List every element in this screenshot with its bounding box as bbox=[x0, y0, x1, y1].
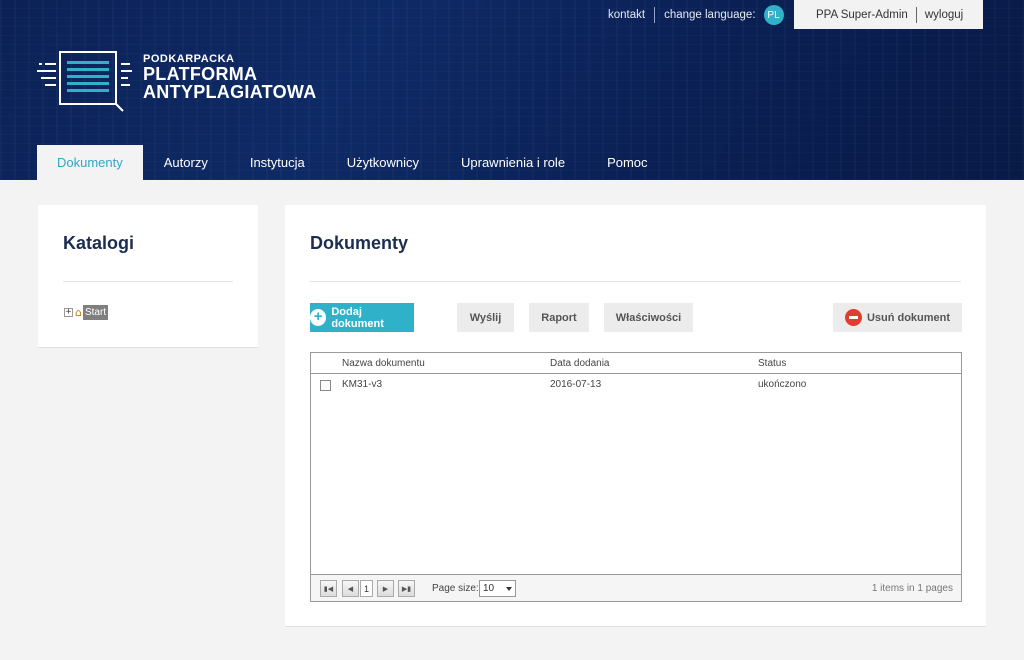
add-document-label: Dodaj dokument bbox=[331, 305, 384, 330]
column-header-status[interactable]: Status bbox=[758, 358, 786, 369]
prev-page-icon[interactable]: ◀ bbox=[342, 580, 359, 597]
divider bbox=[310, 281, 961, 282]
logout-link[interactable]: wyloguj bbox=[925, 9, 963, 21]
row-checkbox[interactable] bbox=[320, 380, 331, 391]
catalogs-title: Katalogi bbox=[63, 233, 135, 253]
tree-node-start[interactable]: Start bbox=[82, 305, 109, 320]
document-status: ukończono bbox=[758, 379, 807, 390]
top-links: kontakt change language: PL bbox=[600, 5, 784, 25]
nav-tab-uprawnienia[interactable]: Uprawnienia i role bbox=[440, 145, 586, 180]
chevron-down-icon bbox=[506, 587, 512, 591]
column-header-name[interactable]: Nazwa dokumentu bbox=[342, 358, 425, 369]
user-box: PPA Super-Admin wyloguj bbox=[794, 0, 983, 29]
current-page[interactable]: 1 bbox=[360, 580, 373, 597]
nav-tab-dokumenty[interactable]: Dokumenty bbox=[37, 145, 143, 180]
properties-button[interactable]: Właściwości bbox=[604, 303, 693, 332]
next-page-icon[interactable]: ▶ bbox=[377, 580, 394, 597]
document-date: 2016-07-13 bbox=[550, 379, 602, 390]
table-row[interactable]: KM31-v3 2016-07-13 ukończono bbox=[311, 374, 961, 396]
nav-tab-pomoc[interactable]: Pomoc bbox=[586, 145, 668, 180]
main-navigation: Dokumenty Autorzy Instytucja Użytkownicy… bbox=[37, 145, 669, 180]
nav-tab-instytucja[interactable]: Instytucja bbox=[229, 145, 326, 180]
contact-link[interactable]: kontakt bbox=[608, 9, 645, 21]
catalog-tree: + ⌂ Start bbox=[64, 305, 109, 320]
divider bbox=[63, 281, 233, 282]
documents-grid: Nazwa dokumentu Data dodania Status KM31… bbox=[310, 352, 962, 602]
change-language-label: change language: bbox=[664, 9, 756, 21]
platform-name: PODKARPACKA PLATFORMA ANTYPLAGIATOWA bbox=[143, 53, 317, 101]
divider bbox=[654, 7, 656, 23]
home-folder-icon: ⌂ bbox=[75, 306, 82, 319]
platform-logo-icon[interactable] bbox=[37, 50, 132, 114]
page-size-label: Page size: bbox=[432, 583, 479, 594]
expand-icon[interactable]: + bbox=[64, 308, 73, 317]
document-name[interactable]: KM31-v3 bbox=[342, 379, 382, 390]
grid-header: Nazwa dokumentu Data dodania Status bbox=[311, 353, 961, 374]
user-name[interactable]: PPA Super-Admin bbox=[816, 9, 908, 21]
divider bbox=[915, 6, 917, 23]
grid-pager: ▮◀ ◀ 1 ▶ ▶▮ Page size: 10 1 items in 1 p… bbox=[311, 574, 961, 601]
send-button[interactable]: Wyślij bbox=[457, 303, 514, 332]
pager-info: 1 items in 1 pages bbox=[871, 583, 953, 594]
minus-circle-icon bbox=[844, 309, 862, 326]
page-size-select[interactable]: 10 bbox=[479, 580, 516, 597]
logo-line-2: PLATFORMA bbox=[143, 64, 258, 84]
first-page-icon[interactable]: ▮◀ bbox=[320, 580, 337, 597]
column-header-date[interactable]: Data dodania bbox=[550, 358, 610, 369]
delete-document-label: Usuń dokument bbox=[866, 311, 951, 324]
page-size-value: 10 bbox=[483, 583, 495, 594]
report-button[interactable]: Raport bbox=[529, 303, 589, 332]
catalogs-panel: Katalogi + ⌂ Start bbox=[38, 205, 258, 348]
plus-circle-icon: + bbox=[310, 309, 327, 326]
last-page-icon[interactable]: ▶▮ bbox=[398, 580, 415, 597]
nav-tab-autorzy[interactable]: Autorzy bbox=[143, 145, 229, 180]
documents-panel: Dokumenty + Dodaj dokument Wyślij Raport… bbox=[285, 205, 986, 627]
page-title: Dokumenty bbox=[310, 233, 409, 253]
delete-document-button[interactable]: Usuń dokument bbox=[833, 303, 962, 332]
add-document-button[interactable]: + Dodaj dokument bbox=[310, 303, 414, 332]
nav-tab-uzytkownicy[interactable]: Użytkownicy bbox=[326, 145, 440, 180]
language-badge[interactable]: PL bbox=[763, 5, 784, 25]
logo-line-3: ANTYPLAGIATOWA bbox=[143, 82, 317, 102]
